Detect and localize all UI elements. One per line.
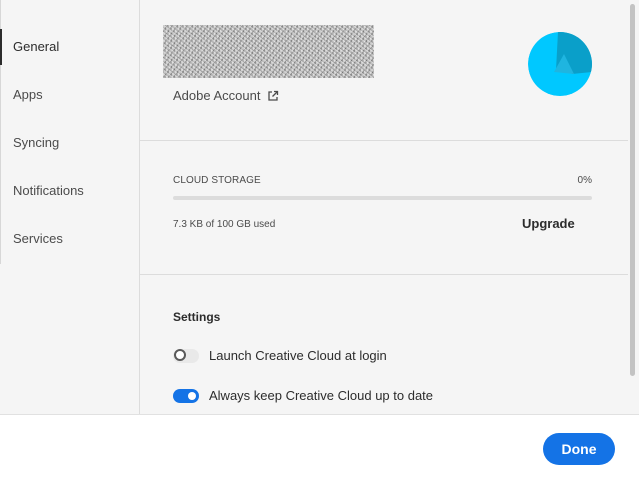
general-panel: Adobe Account CLOUD STORAGE 0% 7.3 KB of… — [140, 0, 628, 414]
storage-progress-bar — [173, 196, 592, 200]
launch-at-login-setting: Launch Creative Cloud at login — [173, 348, 387, 363]
sidebar-item-general[interactable]: General — [0, 29, 139, 65]
adobe-account-link[interactable]: Adobe Account — [173, 88, 279, 103]
sidebar-item-label: Services — [13, 231, 63, 246]
sidebar-item-services[interactable]: Services — [0, 221, 139, 257]
sidebar-item-label: Apps — [13, 87, 43, 102]
avatar-image — [528, 32, 592, 96]
settings-heading: Settings — [173, 310, 221, 324]
sidebar: General Apps Syncing Notifications Servi… — [0, 0, 140, 414]
cloud-storage-section: CLOUD STORAGE 0% 7.3 KB of 100 GB used U… — [140, 141, 628, 275]
sidebar-item-syncing[interactable]: Syncing — [0, 125, 139, 161]
storage-used-text: 7.3 KB of 100 GB used — [173, 219, 276, 230]
scrollbar[interactable] — [628, 0, 639, 414]
avatar[interactable] — [528, 32, 592, 96]
launch-at-login-toggle[interactable] — [173, 348, 199, 363]
auto-update-label: Always keep Creative Cloud up to date — [209, 388, 434, 403]
toggle-knob — [188, 391, 196, 400]
sidebar-item-label: General — [13, 39, 60, 54]
sidebar-item-label: Syncing — [13, 135, 60, 150]
active-indicator — [0, 29, 2, 65]
adobe-account-label: Adobe Account — [173, 88, 261, 103]
auto-update-setting: Always keep Creative Cloud up to date — [173, 388, 433, 403]
done-button[interactable]: Done — [543, 433, 615, 465]
upgrade-button[interactable]: Upgrade — [522, 216, 575, 231]
dialog-footer: Done — [0, 414, 639, 479]
external-link-icon — [268, 90, 279, 101]
sidebar-item-apps[interactable]: Apps — [0, 77, 139, 113]
launch-at-login-label: Launch Creative Cloud at login — [209, 348, 387, 363]
settings-section: Settings Launch Creative Cloud at login … — [140, 275, 628, 414]
sidebar-item-label: Notifications — [13, 183, 84, 198]
account-section: Adobe Account — [140, 0, 628, 141]
storage-percent: 0% — [577, 175, 592, 186]
cloud-storage-label: CLOUD STORAGE — [173, 175, 261, 186]
scrollbar-thumb[interactable] — [630, 4, 635, 376]
toggle-knob — [174, 349, 186, 361]
preferences-window: General Apps Syncing Notifications Servi… — [0, 0, 639, 479]
auto-update-toggle[interactable] — [173, 388, 199, 403]
sidebar-item-notifications[interactable]: Notifications — [0, 173, 139, 209]
redacted-account-name — [163, 25, 374, 78]
